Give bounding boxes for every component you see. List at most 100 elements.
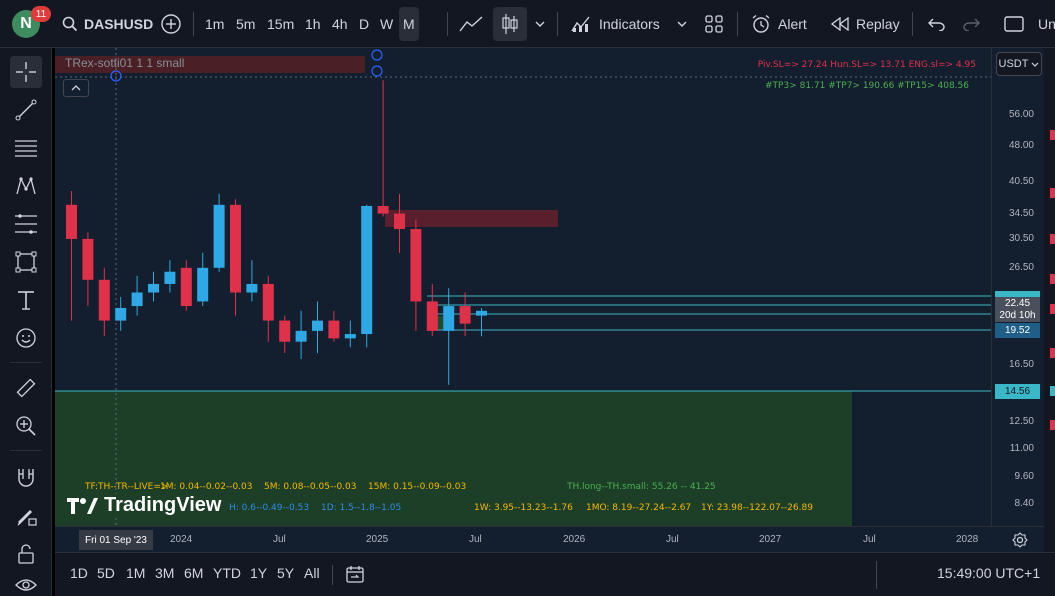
divider — [912, 12, 913, 36]
indicators-icon[interactable] — [571, 0, 591, 48]
candle-down — [262, 283, 274, 321]
price-label: 11.00 — [1009, 443, 1034, 454]
candle-up — [246, 283, 258, 293]
currency-label: USDT — [998, 58, 1029, 70]
magnet-icon[interactable] — [10, 462, 42, 494]
time-label: Jul — [666, 534, 679, 545]
price-label: 56.00 — [1008, 109, 1034, 120]
level-tag-1456: 14.56 — [995, 384, 1040, 399]
range-1m[interactable]: 1M — [126, 565, 145, 581]
replay-icon[interactable] — [831, 0, 849, 48]
candle-down — [328, 320, 340, 339]
ruler-icon[interactable] — [10, 372, 42, 404]
range-5d[interactable]: 5D — [97, 565, 115, 581]
m15-readout: 15M: 0.15--0.09--0.03 — [368, 482, 467, 492]
range-5y[interactable]: 5Y — [277, 565, 294, 581]
undo-icon[interactable] — [927, 0, 945, 48]
smiley-icon[interactable] — [10, 322, 42, 354]
interval-1h[interactable]: 1h — [305, 0, 321, 48]
candle-down — [82, 238, 94, 280]
interval-5m[interactable]: 5m — [236, 0, 255, 48]
symbol-name[interactable]: DASHUSD — [84, 0, 153, 48]
drawing-handle[interactable] — [371, 65, 383, 77]
go-to-date-icon[interactable] — [346, 565, 364, 588]
price-label: 26.50 — [1008, 262, 1034, 273]
unnamed-layout-label[interactable]: Un — [1038, 0, 1055, 48]
range-1y[interactable]: 1Y — [250, 565, 267, 581]
interval-d[interactable]: D — [359, 0, 369, 48]
currency-select[interactable]: USDT — [996, 52, 1042, 76]
trend-line-icon[interactable] — [10, 94, 42, 126]
range-3m[interactable]: 3M — [155, 565, 174, 581]
divider — [447, 12, 448, 36]
candle-up — [361, 205, 373, 335]
interval-w[interactable]: W — [380, 0, 393, 48]
clock-readout[interactable]: 15:49:00 UTC+1 — [937, 565, 1040, 581]
zoom-in-icon[interactable] — [10, 410, 42, 442]
range-all[interactable]: All — [304, 565, 320, 581]
indicators-button[interactable]: Indicators — [599, 0, 660, 48]
range-1d[interactable]: 1D — [70, 565, 88, 581]
lock-icon[interactable] — [10, 538, 42, 570]
replay-button[interactable]: Replay — [856, 0, 900, 48]
candle-up — [312, 320, 323, 331]
sidebar-marker — [1050, 420, 1055, 430]
horizontal-lines-icon[interactable] — [10, 132, 42, 164]
interval-m[interactable]: M — [403, 0, 415, 48]
chevron-down-icon — [1032, 62, 1039, 67]
candle-up — [476, 310, 487, 316]
price-label: 8.40 — [1014, 498, 1034, 509]
candle-down — [180, 267, 192, 307]
red-zone-mid — [385, 210, 558, 227]
drawing-handle[interactable] — [371, 49, 383, 61]
candle-up — [443, 306, 455, 331]
alarm-clock-icon[interactable] — [751, 0, 771, 48]
add-symbol-icon[interactable] — [160, 0, 182, 48]
fib-icon[interactable] — [10, 208, 42, 240]
candle-up — [344, 334, 356, 339]
alert-button[interactable]: Alert — [778, 0, 807, 48]
time-label: 2026 — [563, 534, 586, 545]
d1-readout: 1D: 1.5--1.8--1.05 — [321, 503, 402, 513]
layout-grid-icon[interactable] — [705, 0, 723, 48]
settings-gear-icon[interactable] — [1012, 532, 1028, 553]
time-axis[interactable]: Fri 01 Sep '23 2024 Jul 2025 Jul 2026 Ju… — [55, 526, 1044, 552]
th-readout: TH.long--TH.small: 55.26 -- 41.25 — [567, 482, 716, 492]
candles-icon[interactable] — [501, 0, 519, 48]
candle-down — [377, 205, 389, 214]
chart-pane[interactable]: TRex-sotti01 1 1 small Piv.SL=> 27.24 Hu… — [55, 48, 991, 526]
interval-15m[interactable]: 15m — [267, 0, 294, 48]
pencil-lock-icon[interactable] — [10, 500, 42, 532]
price-label: 48.00 — [1008, 140, 1034, 151]
search-icon[interactable] — [62, 0, 78, 48]
candle-down — [394, 213, 405, 230]
text-tool-icon[interactable] — [10, 284, 42, 316]
chevron-down-icon[interactable] — [535, 0, 545, 48]
range-ytd[interactable]: YTD — [213, 565, 241, 581]
chart-canvas — [55, 48, 991, 526]
candle-down — [410, 229, 422, 302]
series-label: TRex-sotti01 1 1 small — [65, 56, 185, 70]
line-chart-icon[interactable] — [459, 0, 483, 48]
stop-loss-readout: Piv.SL=> 27.24 Hun.SL=> 13.71 ENG.sl=> 4… — [757, 60, 976, 70]
sidebar-marker — [1050, 348, 1055, 358]
collapse-legend-button[interactable] — [63, 79, 89, 97]
eye-icon[interactable] — [10, 574, 42, 596]
interval-1m[interactable]: 1m — [205, 0, 224, 48]
crosshair-date-tag: Fri 01 Sep '23 — [79, 530, 153, 550]
level-tag-1952: 19.52 — [995, 323, 1040, 338]
price-axis[interactable]: USDT 56.00 48.00 40.50 34.50 30.50 26.50… — [991, 48, 1044, 526]
candle-up — [295, 330, 307, 342]
avatar-letter: N — [20, 15, 32, 32]
rectangle-icon[interactable] — [10, 246, 42, 278]
candle-up — [164, 271, 176, 284]
pattern-icon[interactable] — [10, 170, 42, 202]
chevron-down-icon[interactable] — [677, 0, 687, 48]
crosshair-icon[interactable] — [10, 56, 42, 88]
candle-down — [98, 279, 110, 321]
interval-4h[interactable]: 4h — [332, 0, 348, 48]
range-6m[interactable]: 6M — [184, 565, 203, 581]
redo-icon[interactable] — [963, 0, 981, 48]
candle-up — [148, 283, 159, 293]
fullscreen-icon[interactable] — [1004, 0, 1024, 48]
